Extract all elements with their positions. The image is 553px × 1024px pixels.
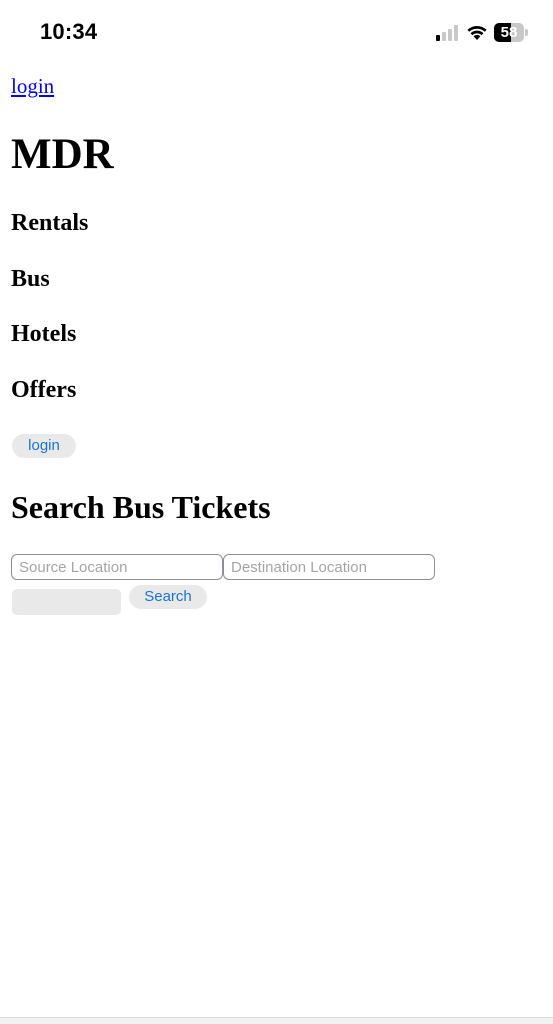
brand-title: MDR	[11, 131, 114, 178]
bottom-toolbar-edge	[0, 1017, 553, 1024]
search-button[interactable]: Search	[129, 585, 207, 609]
status-bar: 10:34 58	[0, 0, 553, 62]
search-section-title: Search Bus Tickets	[11, 489, 271, 525]
nav-item-bus[interactable]: Bus	[11, 265, 50, 293]
login-button[interactable]: login	[12, 434, 76, 458]
battery-icon: 58	[494, 23, 528, 42]
login-link[interactable]: login	[11, 74, 54, 99]
status-time: 10:34	[40, 19, 98, 44]
destination-location-input[interactable]	[223, 554, 435, 580]
cellular-signal-icon	[436, 25, 462, 41]
nav-item-rentals[interactable]: Rentals	[11, 209, 88, 237]
nav-item-hotels[interactable]: Hotels	[11, 320, 76, 348]
battery-level: 58	[500, 24, 518, 41]
nav-item-offers[interactable]: Offers	[11, 376, 76, 404]
wifi-icon	[467, 25, 487, 40]
source-location-input[interactable]	[11, 554, 223, 580]
travel-date-input[interactable]	[12, 589, 121, 615]
